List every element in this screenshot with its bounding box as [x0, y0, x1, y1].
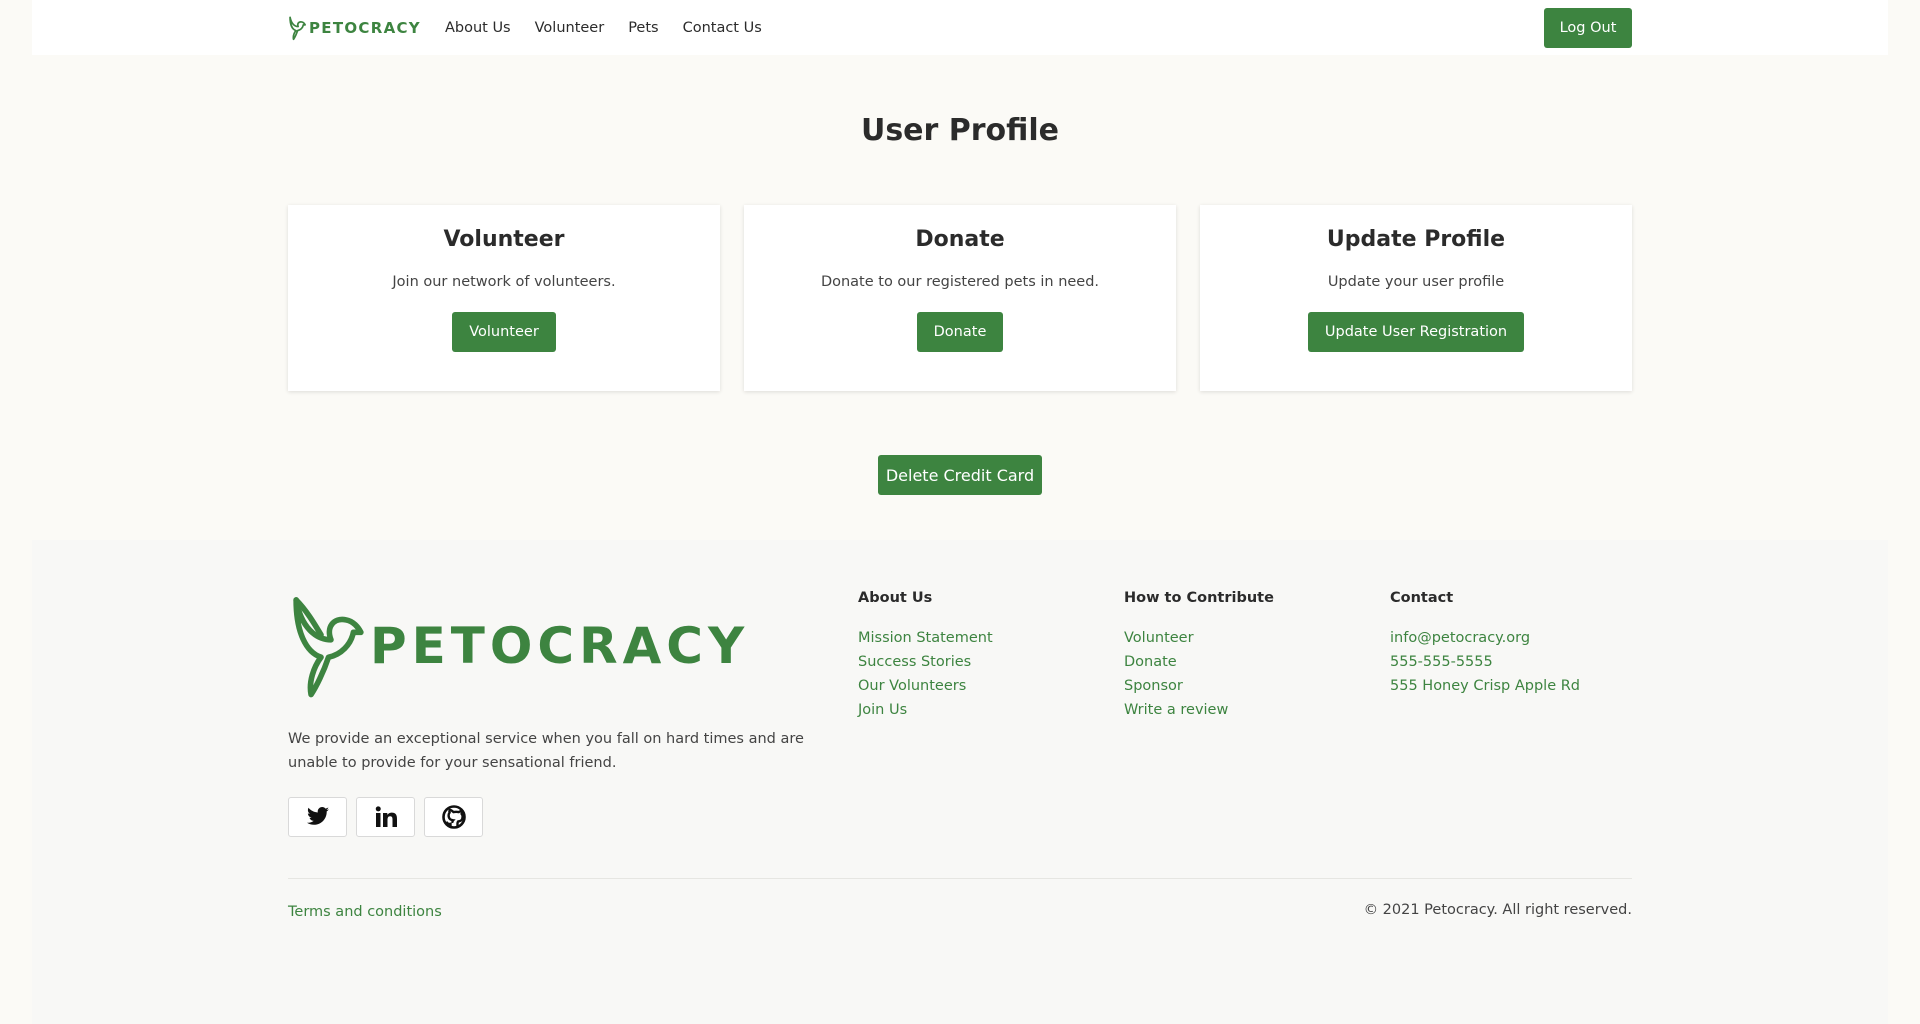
footer-column-heading: Contact: [1390, 590, 1454, 606]
footer-column-heading: How to Contribute: [1124, 590, 1274, 606]
footer-column-heading: About Us: [858, 590, 933, 606]
footer-link-success-stories[interactable]: Success Stories: [858, 650, 1098, 674]
footer-logo: PETOCRACY: [288, 590, 848, 702]
social-links: [288, 797, 848, 837]
linkedin-button[interactable]: [356, 797, 415, 837]
nav-link-pets[interactable]: Pets: [628, 20, 658, 36]
nav-logo-text: PETOCRACY: [309, 18, 421, 37]
footer-column-contact: Contact info@petocracy.org 555-555-5555 …: [1390, 590, 1630, 698]
card-text: Update your user profile: [1327, 274, 1505, 290]
donate-button[interactable]: Donate: [916, 312, 1004, 352]
page-title: User Profile: [860, 113, 1060, 148]
footer-link-phone[interactable]: 555-555-5555: [1390, 650, 1630, 674]
navbar-inner: PETOCRACY About Us Volunteer Pets Contac…: [288, 0, 1632, 55]
twitter-icon: [306, 807, 329, 825]
footer-column-about-us: About Us Mission Statement Success Stori…: [858, 590, 1098, 722]
footer-link-address[interactable]: 555 Honey Crisp Apple Rd: [1390, 674, 1630, 698]
card-title: Volunteer: [443, 227, 565, 252]
linkedin-icon: [375, 806, 397, 827]
navbar: PETOCRACY About Us Volunteer Pets Contac…: [32, 0, 1888, 55]
footer-link-write-a-review[interactable]: Write a review: [1124, 698, 1364, 722]
volunteer-button[interactable]: Volunteer: [452, 312, 556, 352]
footer-divider: [288, 878, 1632, 879]
footer-link-mission-statement[interactable]: Mission Statement: [858, 626, 1098, 650]
donate-card: Donate Donate to our registered pets in …: [744, 205, 1176, 391]
footer-brand: PETOCRACY We provide an exceptional serv…: [288, 590, 848, 837]
footer-link-our-volunteers[interactable]: Our Volunteers: [858, 674, 1098, 698]
footer-link-sponsor[interactable]: Sponsor: [1124, 674, 1364, 698]
footer-link-join-us[interactable]: Join Us: [858, 698, 1098, 722]
volunteer-card: Volunteer Join our network of volunteers…: [288, 205, 720, 391]
card-text: Join our network of volunteers.: [392, 274, 616, 290]
card-title: Update Profile: [1326, 227, 1506, 252]
footer-link-email[interactable]: info@petocracy.org: [1390, 626, 1630, 650]
github-button[interactable]: [424, 797, 483, 837]
nav-link-volunteer[interactable]: Volunteer: [535, 20, 605, 36]
bird-logo-icon: [289, 15, 306, 40]
footer-logo-text: PETOCRACY: [370, 617, 750, 675]
footer-link-volunteer[interactable]: Volunteer: [1124, 626, 1364, 650]
nav-link-about-us[interactable]: About Us: [445, 20, 511, 36]
footer-column-how-to-contribute: How to Contribute Volunteer Donate Spons…: [1124, 590, 1364, 722]
footer-link-donate[interactable]: Donate: [1124, 650, 1364, 674]
card-title: Donate: [915, 227, 1005, 252]
nav-link-contact-us[interactable]: Contact Us: [683, 20, 762, 36]
update-profile-card: Update Profile Update your user profile …: [1200, 205, 1632, 391]
footer-description: We provide an exceptional service when y…: [288, 731, 804, 771]
card-text: Donate to our registered pets in need.: [820, 274, 1100, 290]
twitter-button[interactable]: [288, 797, 347, 837]
update-user-registration-button[interactable]: Update User Registration: [1307, 312, 1525, 352]
terms-and-conditions-link[interactable]: Terms and conditions: [288, 904, 442, 920]
bird-logo-icon: [293, 597, 364, 698]
github-icon: [441, 805, 466, 829]
nav-logo[interactable]: PETOCRACY: [288, 15, 421, 41]
delete-credit-card-button[interactable]: Delete Credit Card: [878, 455, 1042, 495]
footer: PETOCRACY We provide an exceptional serv…: [32, 540, 1888, 1024]
log-out-button[interactable]: Log Out: [1544, 7, 1632, 48]
copyright-text: © 2021 Petocracy. All right reserved.: [1363, 902, 1632, 918]
